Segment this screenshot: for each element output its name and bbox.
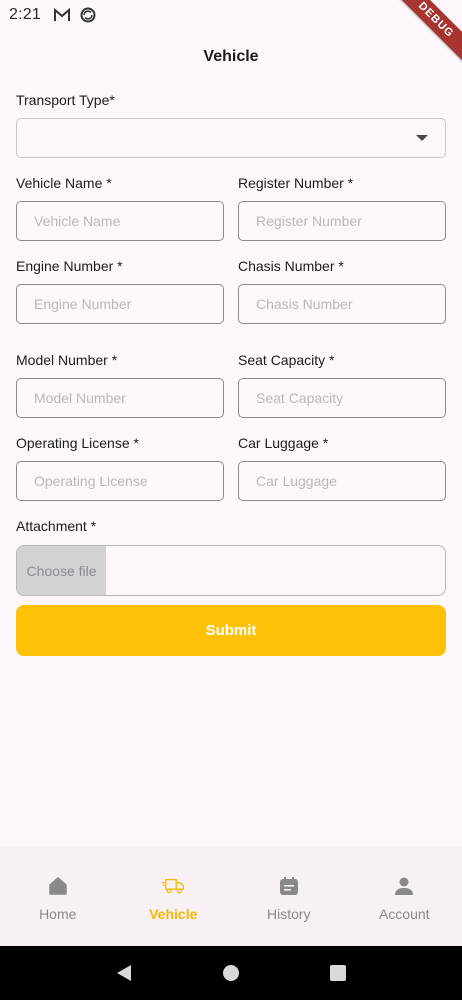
seat-capacity-label: Seat Capacity *	[238, 352, 335, 368]
engine-number-label: Engine Number *	[16, 258, 123, 274]
nav-label-history: History	[266, 906, 311, 922]
truck-icon	[161, 874, 185, 898]
transport-type-dropdown[interactable]	[16, 118, 446, 158]
back-icon[interactable]	[113, 962, 135, 984]
sync-block-icon	[79, 6, 97, 24]
gmail-icon	[53, 6, 71, 24]
model-number-placeholder: Model Number	[34, 390, 126, 406]
page-title: Vehicle	[203, 48, 259, 65]
nav-label-home: Home	[39, 906, 77, 922]
vehicle-name-placeholder: Vehicle Name	[34, 213, 121, 229]
chasis-number-input[interactable]: Chasis Number	[238, 284, 446, 324]
choose-file-button[interactable]: Choose file	[17, 546, 106, 595]
seat-capacity-placeholder: Seat Capacity	[256, 390, 344, 406]
vehicle-name-input[interactable]: Vehicle Name	[16, 201, 224, 241]
nav-label-vehicle: Vehicle	[149, 906, 198, 922]
chasis-number-placeholder: Chasis Number	[256, 296, 353, 312]
register-number-input[interactable]: Register Number	[238, 201, 446, 241]
transport-type-label: Transport Type*	[16, 92, 115, 108]
attachment-file-input[interactable]: Choose file	[16, 545, 446, 596]
nav-item-history[interactable]: History	[231, 870, 346, 922]
vehicle-name-label: Vehicle Name *	[16, 175, 112, 191]
register-number-label: Register Number *	[238, 175, 354, 191]
operating-license-placeholder: Operating License	[34, 473, 148, 489]
recents-icon[interactable]	[327, 962, 349, 984]
operating-license-label: Operating License *	[16, 435, 139, 451]
dropdown-arrow-icon	[416, 135, 428, 141]
model-number-label: Model Number *	[16, 352, 118, 368]
home-circle-icon[interactable]	[220, 962, 242, 984]
seat-capacity-input[interactable]: Seat Capacity	[238, 378, 446, 418]
person-icon	[392, 874, 416, 898]
car-luggage-placeholder: Car Luggage	[256, 473, 337, 489]
status-bar: 2:21	[0, 0, 462, 30]
home-icon	[46, 874, 70, 898]
register-number-placeholder: Register Number	[256, 213, 362, 229]
operating-license-input[interactable]: Operating License	[16, 461, 224, 501]
submit-button[interactable]: Submit	[16, 605, 446, 656]
model-number-input[interactable]: Model Number	[16, 378, 224, 418]
engine-number-placeholder: Engine Number	[34, 296, 132, 312]
attachment-label: Attachment *	[16, 518, 97, 534]
nav-item-vehicle[interactable]: Vehicle	[116, 870, 231, 922]
calendar-history-icon	[277, 874, 301, 898]
nav-item-account[interactable]: Account	[347, 870, 462, 922]
status-time: 2:21	[9, 6, 41, 23]
car-luggage-label: Car Luggage *	[238, 435, 329, 451]
nav-item-home[interactable]: Home	[0, 870, 115, 922]
engine-number-input[interactable]: Engine Number	[16, 284, 224, 324]
chasis-number-label: Chasis Number *	[238, 258, 344, 274]
system-navigation-bar	[0, 946, 462, 1000]
nav-label-account: Account	[378, 906, 430, 922]
bottom-navigation: Home Vehicle History Account	[0, 846, 462, 946]
car-luggage-input[interactable]: Car Luggage	[238, 461, 446, 501]
